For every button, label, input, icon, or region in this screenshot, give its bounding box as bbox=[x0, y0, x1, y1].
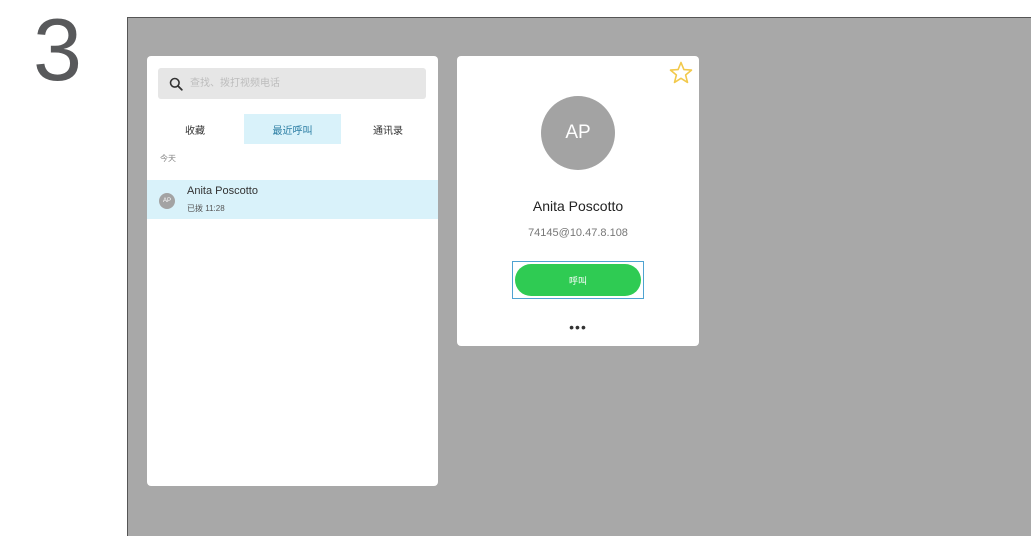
search-box[interactable] bbox=[158, 68, 426, 99]
more-options-button[interactable]: ••• bbox=[562, 318, 594, 336]
section-label-today: 今天 bbox=[160, 154, 176, 163]
recent-call-name: Anita Poscotto bbox=[187, 185, 258, 197]
step-number: 3 bbox=[33, 0, 82, 99]
tab-favorites[interactable]: 收藏 bbox=[167, 114, 223, 144]
contact-address: 74145@10.47.8.108 bbox=[528, 227, 628, 239]
search-input[interactable] bbox=[188, 77, 412, 90]
recent-call-item[interactable]: AP Anita Poscotto 已拨 11:28 bbox=[147, 180, 438, 219]
call-list-panel: 收藏 最近呼叫 通讯录 今天 AP Anita Poscotto 已拨 11:2… bbox=[147, 56, 438, 486]
search-icon bbox=[167, 75, 185, 93]
avatar: AP bbox=[159, 193, 175, 209]
tab-directory[interactable]: 通讯录 bbox=[357, 114, 419, 144]
page: 3 收藏 最近呼叫 通讯录 今天 AP Anita bbox=[0, 0, 1031, 536]
recent-call-detail: 已拨 11:28 bbox=[187, 204, 225, 213]
contact-avatar: AP bbox=[541, 96, 615, 170]
contact-card: AP Anita Poscotto 74145@10.47.8.108 呼叫 •… bbox=[457, 56, 699, 346]
device-screen: 收藏 最近呼叫 通讯录 今天 AP Anita Poscotto 已拨 11:2… bbox=[127, 17, 1031, 536]
tab-bar: 收藏 最近呼叫 通讯录 bbox=[147, 114, 438, 144]
contact-name: Anita Poscotto bbox=[532, 198, 624, 214]
tab-recent-calls[interactable]: 最近呼叫 bbox=[244, 114, 341, 144]
call-button[interactable]: 呼叫 bbox=[515, 264, 641, 296]
star-outline-icon[interactable] bbox=[668, 60, 694, 86]
